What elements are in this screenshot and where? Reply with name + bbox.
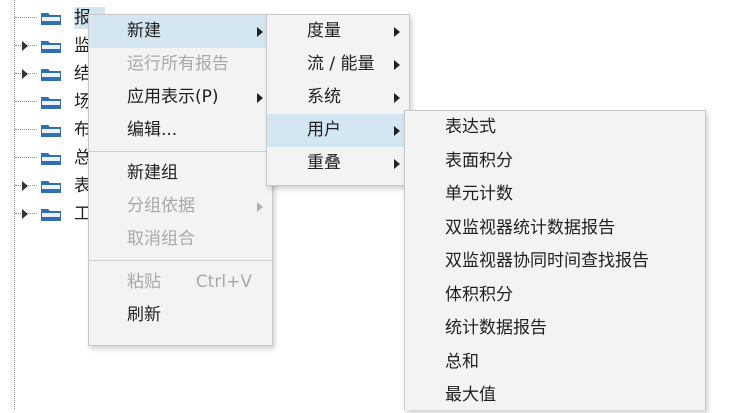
menu-item-dual-monitor-sync-time-report[interactable]: 双监视器协同时间查找报告 bbox=[405, 245, 705, 279]
menu-item-apply-view-label: 应用表示(P) bbox=[127, 87, 219, 107]
submenu-arrow-icon bbox=[394, 27, 400, 37]
tree-item[interactable]: 结 bbox=[0, 63, 100, 85]
menu-item-label: 体积积分 bbox=[445, 284, 513, 305]
submenu-user: 表达式 表面积分 单元计数 双监视器统计数据报告 双监视器协同时间查找报告 体积… bbox=[404, 110, 706, 410]
menu-item-ungroup-label: 取消组合 bbox=[127, 229, 195, 249]
tree-connector-line bbox=[15, 101, 37, 102]
menu-item-dual-monitor-stats-report[interactable]: 双监视器统计数据报告 bbox=[405, 212, 705, 246]
expand-arrow-icon[interactable] bbox=[22, 209, 28, 219]
tree-connector-line bbox=[15, 17, 37, 18]
menu-item-overlay-label: 重叠 bbox=[307, 153, 341, 173]
menu-item-flow-energy[interactable]: 流 / 能量 bbox=[267, 48, 409, 81]
folder-icon bbox=[40, 38, 62, 54]
folder-icon bbox=[40, 10, 62, 26]
menu-item-sum[interactable]: 总和 bbox=[405, 346, 705, 380]
menu-item-maximum[interactable]: 最大值 bbox=[405, 379, 705, 413]
menu-item-overlay[interactable]: 重叠 bbox=[267, 147, 409, 180]
menu-item-label: 统计数据报告 bbox=[445, 318, 547, 338]
menu-item-metric[interactable]: 度量 bbox=[267, 15, 409, 48]
menu-item-paste-label: 粘贴 bbox=[127, 272, 161, 292]
menu-item-surface-integral[interactable]: 表面积分 bbox=[405, 145, 705, 179]
submenu-arrow-icon bbox=[257, 27, 263, 37]
submenu-arrow-icon bbox=[394, 159, 400, 169]
menu-item-refresh-label: 刷新 bbox=[127, 305, 161, 325]
menu-item-user[interactable]: 用户 bbox=[267, 114, 409, 147]
menu-item-label: 最大值 bbox=[445, 385, 496, 405]
menu-item-label: 总和 bbox=[445, 351, 479, 372]
menu-item-label: 双监视器协同时间查找报告 bbox=[445, 251, 649, 271]
menu-item-apply-view[interactable]: 应用表示(P) bbox=[89, 81, 272, 114]
tree-connector-line bbox=[15, 157, 37, 158]
menu-item-refresh[interactable]: 刷新 bbox=[89, 299, 272, 332]
menu-item-label: 单元计数 bbox=[445, 184, 513, 204]
tree-item[interactable]: 工 bbox=[0, 203, 100, 225]
tree-item[interactable]: 表 bbox=[0, 175, 100, 197]
menu-item-label: 表面积分 bbox=[445, 150, 513, 171]
menu-item-group-by[interactable]: 分组依据 bbox=[89, 190, 272, 223]
tree-item[interactable]: 报 bbox=[0, 7, 105, 29]
menu-item-flow-energy-label: 流 / 能量 bbox=[307, 54, 375, 74]
submenu-new: 度量 流 / 能量 系统 用户 重叠 bbox=[266, 14, 410, 186]
menu-item-new[interactable]: 新建 bbox=[89, 15, 272, 48]
menu-separator bbox=[89, 260, 272, 261]
folder-icon bbox=[40, 122, 62, 138]
folder-icon bbox=[40, 178, 62, 194]
menu-item-user-label: 用户 bbox=[307, 120, 341, 140]
menu-item-edit-label: 编辑... bbox=[127, 120, 178, 140]
menu-item-run-all-reports-label: 运行所有报告 bbox=[127, 54, 229, 74]
tree-connector-line bbox=[15, 129, 37, 130]
tree-item[interactable]: 布 bbox=[0, 119, 100, 141]
report-tree: 报监结场布总表工 bbox=[0, 0, 105, 409]
menu-item-volume-integral[interactable]: 体积积分 bbox=[405, 279, 705, 313]
menu-item-edit[interactable]: 编辑... bbox=[89, 114, 272, 147]
submenu-arrow-icon bbox=[257, 202, 263, 212]
menu-item-system-label: 系统 bbox=[307, 87, 341, 107]
menu-item-expression[interactable]: 表达式 bbox=[405, 111, 705, 145]
menu-item-new-label: 新建 bbox=[127, 21, 161, 41]
menu-item-stats-report[interactable]: 统计数据报告 bbox=[405, 312, 705, 346]
submenu-arrow-icon bbox=[394, 126, 400, 136]
menu-item-cell-count[interactable]: 单元计数 bbox=[405, 178, 705, 212]
submenu-arrow-icon bbox=[257, 93, 263, 103]
menu-item-group-by-label: 分组依据 bbox=[127, 196, 195, 216]
menu-item-new-group-label: 新建组 bbox=[127, 163, 178, 183]
context-menu: 新建 运行所有报告 应用表示(P) 编辑... 新建组 分组依据 取消组合 粘贴… bbox=[88, 14, 273, 346]
folder-icon bbox=[40, 94, 62, 110]
tree-item[interactable]: 总 bbox=[0, 147, 100, 169]
folder-icon bbox=[40, 150, 62, 166]
menu-item-metric-label: 度量 bbox=[307, 21, 341, 41]
menu-item-label: 表达式 bbox=[445, 117, 496, 137]
menu-item-ungroup[interactable]: 取消组合 bbox=[89, 223, 272, 256]
tree-item[interactable]: 场 bbox=[0, 91, 100, 113]
menu-item-label: 双监视器统计数据报告 bbox=[445, 217, 615, 238]
submenu-arrow-icon bbox=[394, 60, 400, 70]
menu-separator bbox=[89, 151, 272, 152]
paste-shortcut: Ctrl+V bbox=[195, 272, 252, 292]
expand-arrow-icon[interactable] bbox=[22, 41, 28, 51]
folder-icon bbox=[40, 206, 62, 222]
menu-item-new-group[interactable]: 新建组 bbox=[89, 157, 272, 190]
menu-item-run-all-reports[interactable]: 运行所有报告 bbox=[89, 48, 272, 81]
menu-item-paste[interactable]: 粘贴 Ctrl+V bbox=[89, 266, 272, 299]
expand-arrow-icon[interactable] bbox=[22, 69, 28, 79]
expand-arrow-icon[interactable] bbox=[22, 181, 28, 191]
folder-icon bbox=[40, 66, 62, 82]
submenu-arrow-icon bbox=[394, 93, 400, 103]
tree-item[interactable]: 监 bbox=[0, 35, 100, 57]
menu-item-system[interactable]: 系统 bbox=[267, 81, 409, 114]
